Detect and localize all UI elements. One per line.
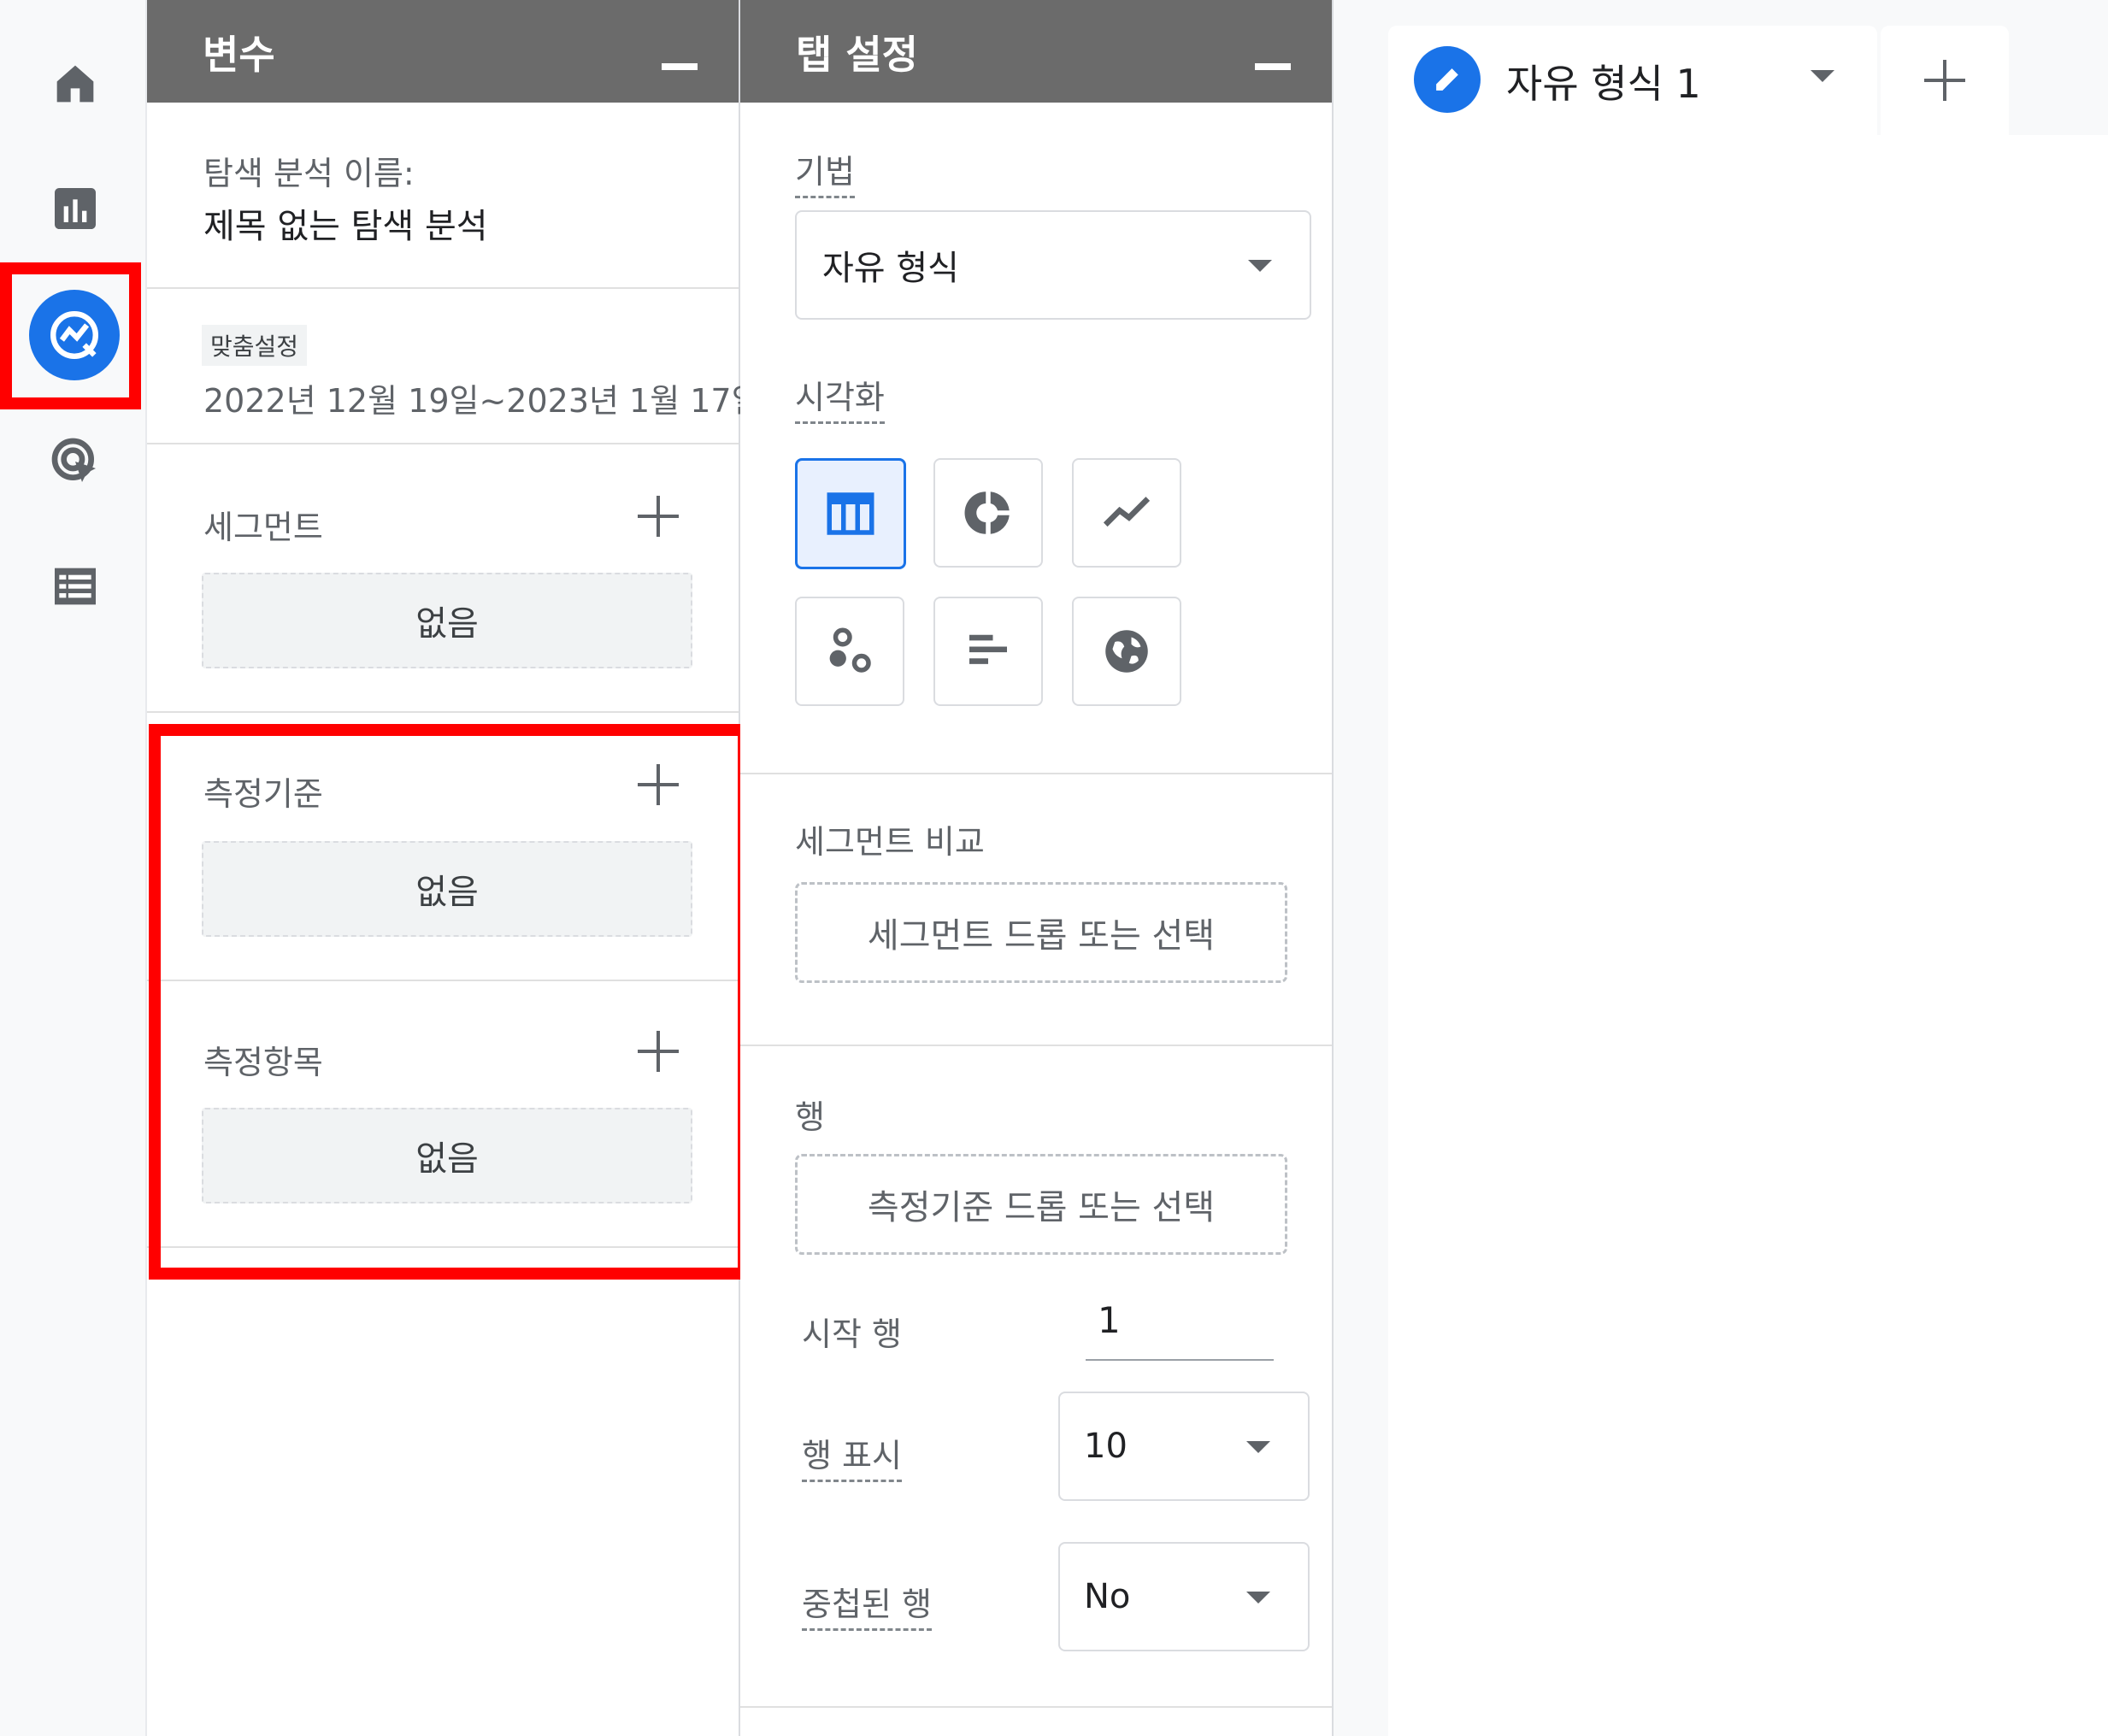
exploration-name-label: 탐색 분석 이름: — [203, 155, 415, 192]
show-rows-select[interactable]: 10 — [1058, 1392, 1310, 1501]
dropdown-arrow-icon — [1248, 260, 1272, 272]
rows-drop-zone[interactable]: 측정기준 드롭 또는 선택 — [795, 1154, 1287, 1255]
segments-label: 세그먼트 — [203, 509, 323, 546]
advertising-icon[interactable] — [32, 419, 118, 504]
date-badge: 맞춤설정 — [202, 325, 308, 366]
technique-label: 기법 — [795, 145, 855, 198]
configure-icon[interactable] — [32, 544, 118, 629]
dropdown-arrow-icon — [1246, 1441, 1270, 1453]
start-row-label: 시작 행 — [802, 1315, 902, 1353]
tab-freeform-1[interactable]: 자유 형식 1 — [1388, 26, 1877, 135]
variables-panel-header: 변수 — [147, 0, 739, 103]
rows-label: 행 — [795, 1098, 825, 1136]
line-chart-icon[interactable] — [1072, 458, 1181, 568]
show-rows-value: 10 — [1084, 1427, 1128, 1466]
exploration-name-value[interactable]: 제목 없는 탐색 분석 — [203, 198, 488, 248]
segment-drop-zone[interactable]: 세그먼트 드롭 또는 선택 — [795, 882, 1287, 983]
donut-chart-icon[interactable] — [933, 458, 1043, 568]
start-row-input[interactable]: 1 — [1086, 1299, 1274, 1361]
navigation-rail — [0, 0, 147, 1736]
dimensions-metrics-highlight-box — [149, 724, 750, 1280]
tab-settings-title: 탭 설정 — [796, 32, 918, 78]
tab-settings-panel: 탭 설정 기법 자유 형식 시각화 세그먼트 비교 세그먼트 드롭 또는 선택 … — [740, 0, 1334, 1736]
scatter-plot-icon[interactable] — [795, 597, 904, 706]
nested-rows-select[interactable]: No — [1058, 1542, 1310, 1651]
add-segment-icon[interactable] — [638, 496, 679, 537]
add-tab-button[interactable] — [1881, 26, 2009, 135]
geo-map-icon[interactable] — [1072, 597, 1181, 706]
tab-content-area — [1388, 135, 2108, 1736]
edit-pencil-icon[interactable] — [1414, 46, 1481, 113]
table-icon[interactable] — [795, 458, 906, 569]
plus-icon — [1924, 60, 1969, 104]
dropdown-arrow-icon — [1246, 1592, 1270, 1604]
minimize-icon[interactable] — [1255, 63, 1291, 70]
segment-comparison-label: 세그먼트 비교 — [795, 823, 985, 861]
technique-select[interactable]: 자유 형식 — [795, 210, 1311, 320]
nested-rows-label: 중첩된 행 — [802, 1578, 932, 1631]
visualization-label: 시각화 — [795, 371, 885, 424]
show-rows-label: 행 표시 — [802, 1429, 902, 1482]
tab-menu-arrow-icon[interactable] — [1811, 70, 1834, 82]
reports-icon[interactable] — [32, 166, 118, 251]
variables-panel-title: 변수 — [203, 32, 275, 78]
home-icon[interactable] — [32, 41, 118, 127]
segments-empty: 없음 — [202, 573, 692, 668]
date-range[interactable]: 2022년 12월 19일~2023년 1월 17일 — [203, 374, 740, 421]
tab-name: 자유 형식 1 — [1506, 61, 1701, 107]
bar-chart-icon[interactable] — [933, 597, 1043, 706]
technique-value: 자유 형식 — [822, 249, 959, 288]
explore-highlight-box — [0, 262, 141, 409]
tab-settings-header: 탭 설정 — [740, 0, 1332, 103]
minimize-icon[interactable] — [662, 63, 698, 70]
nested-rows-value: No — [1084, 1577, 1131, 1616]
